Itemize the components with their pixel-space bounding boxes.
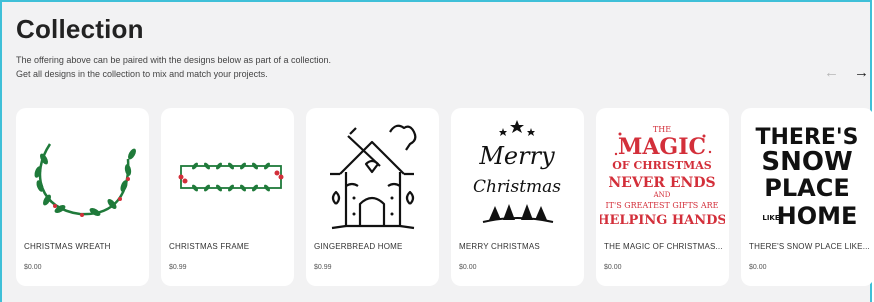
collection-section: Collection The offering above can be pai…	[0, 0, 874, 302]
magic-line: OF CHRISTMAS	[612, 159, 711, 172]
product-price: $0.00	[604, 264, 622, 271]
product-price: $0.99	[169, 264, 187, 271]
magic-line: MAGIC	[618, 134, 706, 160]
product-name: GINGERBREAD HOME	[314, 242, 403, 251]
merry-christmas-illustration: Merry Christmas	[473, 120, 561, 223]
section-subtitle: The offering above can be paired with th…	[16, 55, 332, 65]
snow-line: HOME	[777, 202, 858, 230]
product-price: $0.00	[459, 264, 477, 271]
product-name: THERE'S SNOW PLACE LIKE...	[749, 242, 869, 251]
christmas-word: Christmas	[473, 177, 561, 197]
product-card-gingerbread-home[interactable]: GINGERBREAD HOME $0.99	[306, 108, 439, 286]
product-name: THE MAGIC OF CHRISTMAS...	[604, 242, 723, 251]
product-card-christmas-frame[interactable]: CHRISTMAS FRAME $0.99	[161, 108, 294, 286]
arrow-left-icon[interactable]: ←	[824, 65, 839, 80]
gingerbread-house-illustration	[330, 124, 417, 230]
product-card-snow-place-like-home[interactable]: THERE'S SNOW PLACE LIKE HOME THERE'S SNO…	[741, 108, 874, 286]
product-name: CHRISTMAS FRAME	[169, 242, 250, 251]
product-name: MERRY CHRISTMAS	[459, 242, 540, 251]
section-title: Collection	[16, 14, 144, 44]
wreath-illustration	[34, 143, 136, 217]
product-price: $0.99	[314, 264, 332, 271]
snow-place-like-home-illustration: THERE'S SNOW PLACE LIKE HOME	[756, 125, 859, 230]
snow-line: PLACE	[764, 174, 849, 202]
arrow-right-icon[interactable]: →	[854, 65, 869, 80]
product-card-christmas-wreath[interactable]: CHRISTMAS WREATH $0.00	[16, 108, 149, 286]
product-price: $0.00	[24, 264, 42, 271]
product-price: $0.00	[749, 264, 767, 271]
magic-of-christmas-illustration: THE MAGIC OF CHRISTMAS NEVER ENDS AND IT…	[600, 125, 725, 228]
frame-illustration	[178, 162, 284, 192]
magic-line: THE	[653, 125, 671, 134]
snow-line: SNOW	[761, 147, 852, 177]
magic-line: NEVER ENDS	[608, 175, 715, 191]
merry-word: Merry	[478, 142, 555, 170]
product-card-merry-christmas[interactable]: Merry Christmas MERRY CHRISTMAS $0.00	[451, 108, 584, 286]
product-card-magic-of-christmas[interactable]: THE MAGIC OF CHRISTMAS NEVER ENDS AND IT…	[596, 108, 729, 286]
product-name: CHRISTMAS WREATH	[24, 242, 111, 251]
magic-line: AND	[653, 191, 671, 199]
section-subtitle-2: Get all designs in the collection to mix…	[16, 69, 268, 79]
magic-line: HELPING HANDS	[600, 213, 725, 228]
magic-line: IT'S GREATEST GIFTS ARE	[606, 201, 719, 210]
